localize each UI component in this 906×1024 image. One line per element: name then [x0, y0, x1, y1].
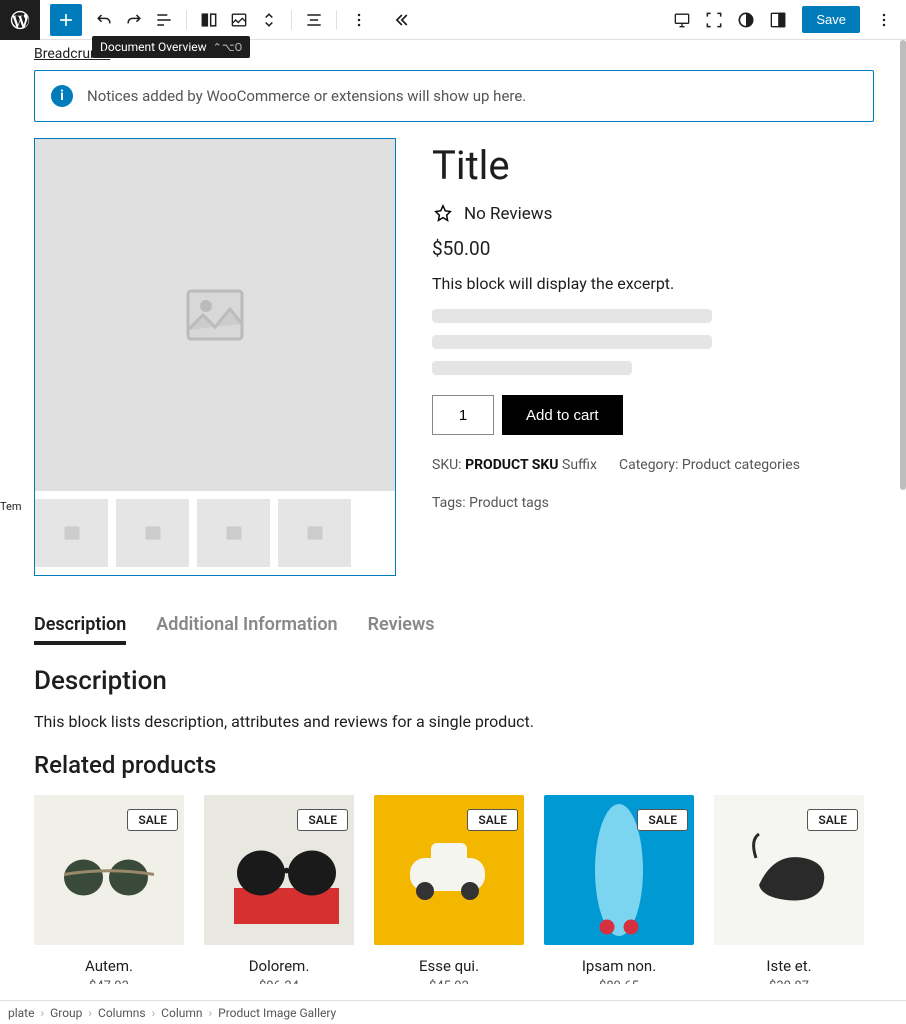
sale-badge: SALE [297, 809, 348, 831]
product-price: $50.00 [432, 237, 874, 260]
columns-button[interactable] [195, 6, 223, 34]
breadcrumb-item[interactable]: Product Image Gallery [218, 1006, 336, 1020]
collapse-button[interactable] [387, 6, 415, 34]
tab-description[interactable]: Description [34, 608, 126, 645]
tab-reviews[interactable]: Reviews [368, 608, 435, 645]
gallery-thumb [116, 499, 189, 567]
info-icon: i [51, 85, 73, 107]
image-button[interactable] [225, 6, 253, 34]
related-product-card[interactable]: SALE Dolorem. $96.24 Add to cart [204, 795, 354, 984]
breadcrumb-block[interactable]: Breadcrumb [34, 46, 874, 62]
add-to-cart-button[interactable]: Add to cart [502, 395, 623, 435]
product-name: Dolorem. [204, 957, 354, 975]
product-price: $45.92 [374, 979, 524, 984]
related-product-card[interactable]: SALE Autem. $47.93 Add to cart [34, 795, 184, 984]
related-product-card[interactable]: SALE Iste et. $30.87 Add to cart [714, 795, 864, 984]
sale-badge: SALE [127, 809, 178, 831]
editor-canvas[interactable]: Breadcrumb i Notices added by WooCommerc… [34, 40, 906, 984]
settings-button[interactable] [764, 6, 792, 34]
template-label: Tem [0, 40, 34, 984]
description-heading: Description [34, 666, 874, 696]
gallery-thumb [35, 499, 108, 567]
wordpress-logo[interactable] [0, 0, 40, 40]
related-product-card[interactable]: SALE Ipsam non. $89.65 Add to cart [544, 795, 694, 984]
product-name: Iste et. [714, 957, 864, 975]
tab-additional-information[interactable]: Additional Information [156, 608, 337, 645]
save-button[interactable]: Save [802, 6, 860, 33]
product-rating: No Reviews [432, 203, 874, 225]
product-price: $47.93 [34, 979, 184, 984]
no-reviews-label: No Reviews [464, 204, 552, 224]
sale-badge: SALE [637, 809, 688, 831]
styles-button[interactable] [732, 6, 760, 34]
product-price: $89.65 [544, 979, 694, 984]
related-products: SALE Autem. $47.93 Add to cart SALE Dolo… [34, 795, 874, 984]
product-name: Esse qui. [374, 957, 524, 975]
product-name: Ipsam non. [544, 957, 694, 975]
quantity-input[interactable] [432, 395, 494, 435]
undo-button[interactable] [90, 6, 118, 34]
product-price: $30.87 [714, 979, 864, 984]
scrollbar[interactable] [900, 40, 906, 490]
related-product-card[interactable]: SALE Esse qui. $45.92 Add to cart [374, 795, 524, 984]
editor-toolbar: Save Document Overview⌃⌥O [0, 0, 906, 40]
breadcrumb-item[interactable]: Group [50, 1006, 82, 1020]
gallery-thumb [197, 499, 270, 567]
product-price: $96.24 [204, 979, 354, 984]
redo-button[interactable] [120, 6, 148, 34]
breadcrumb-item[interactable]: Column [161, 1006, 202, 1020]
sale-badge: SALE [807, 809, 858, 831]
woocommerce-notice: i Notices added by WooCommerce or extens… [34, 70, 874, 122]
product-image-gallery-block[interactable] [34, 138, 396, 576]
product-title[interactable]: Title [432, 142, 874, 189]
align-button[interactable] [300, 6, 328, 34]
description-text: This block lists description, attributes… [34, 712, 874, 731]
product-name: Autem. [34, 957, 184, 975]
breadcrumb-item[interactable]: plate [8, 1006, 34, 1020]
sale-badge: SALE [467, 809, 518, 831]
product-tabs: Description Additional Information Revie… [34, 608, 874, 646]
product-meta: SKU: PRODUCT SKU Suffix Category: Produc… [432, 457, 874, 511]
notice-text: Notices added by WooCommerce or extensio… [87, 87, 526, 105]
block-breadcrumb: plate› Group› Columns› Column› Product I… [0, 1000, 906, 1024]
breadcrumb-item[interactable]: Columns [98, 1006, 146, 1020]
gallery-thumb [278, 499, 351, 567]
gallery-main-image-placeholder [35, 139, 395, 491]
zoom-out-button[interactable] [700, 6, 728, 34]
star-icon [432, 203, 454, 225]
view-desktop-button[interactable] [668, 6, 696, 34]
drag-handle-button[interactable] [255, 6, 283, 34]
toggle-block-inserter-button[interactable] [50, 4, 82, 36]
variation-skeleton [432, 309, 874, 375]
related-products-heading: Related products [34, 751, 874, 779]
more-options-button[interactable] [345, 6, 373, 34]
product-excerpt: This block will display the excerpt. [432, 274, 874, 293]
document-overview-button[interactable] [150, 6, 178, 34]
options-button[interactable] [870, 6, 898, 34]
